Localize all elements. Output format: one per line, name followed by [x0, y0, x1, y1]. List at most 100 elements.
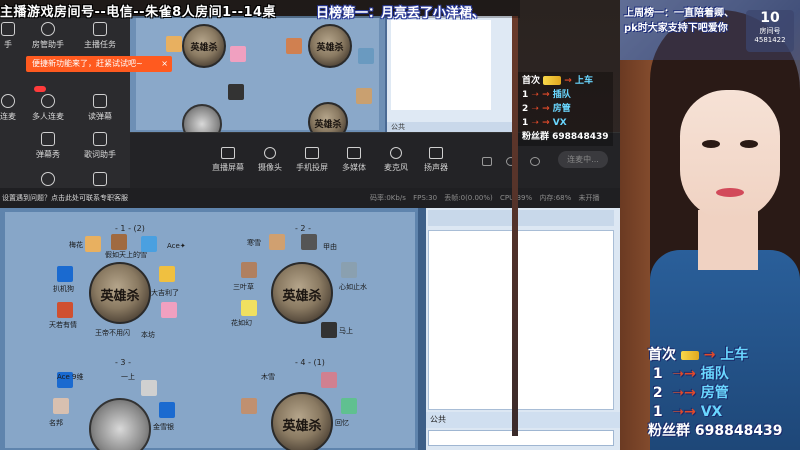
avatar [321, 372, 337, 388]
screen-capture-button[interactable]: 直播屏幕 [208, 147, 248, 173]
preview-chat-channel[interactable]: 公共 [387, 122, 515, 132]
checklist-icon [93, 22, 107, 36]
menu-row: 2 ➝→ 房管 [652, 385, 729, 401]
tool-game[interactable] [78, 172, 122, 189]
player-name: 扒机狗 [53, 285, 74, 293]
avatar [230, 46, 246, 62]
avatar [241, 398, 257, 414]
eye [740, 140, 758, 148]
chat-input[interactable] [428, 430, 614, 446]
camera-button[interactable]: 摄像头 [250, 147, 290, 173]
avatar [301, 234, 317, 250]
avatar [85, 236, 101, 252]
player-name: 甲由 [323, 243, 337, 251]
group-icon [41, 94, 55, 108]
seat-label: - 1 - (2) [115, 224, 145, 233]
gear-icon[interactable] [530, 157, 540, 166]
scroll-strip[interactable] [418, 208, 426, 450]
gift-icon [543, 76, 562, 85]
stream-screen: 手 房管助手 主播任务 连麦 多人连麦 读弹幕 弹幕秀 歌词助手 便捷新功能来了… [0, 0, 800, 450]
player-name: 木雪 [261, 373, 275, 381]
player-name: 本坊 [141, 331, 155, 339]
game-chat-panel: 公共 [426, 208, 620, 450]
menu-row: 1 ➝→ 插队 [652, 366, 729, 382]
avatar [321, 322, 337, 338]
chat-channel-select[interactable]: 公共 [426, 412, 620, 428]
chat-tabs[interactable] [428, 210, 614, 226]
user-icon [41, 22, 55, 36]
menu-row: 首次 → 上车 [522, 76, 593, 86]
game-table-2[interactable]: 英雄杀 [271, 262, 333, 324]
game-preview-area: 英雄杀 英雄杀 英雄杀 [136, 18, 379, 132]
tool-read-danmaku[interactable]: 读弹幕 [78, 94, 122, 122]
speech-icon [93, 94, 107, 108]
avatar [141, 236, 157, 252]
menu-row: 1 ➝ → VX [522, 118, 567, 128]
record-icon[interactable] [482, 157, 492, 166]
game-table: 英雄杀 [182, 24, 226, 68]
play-icon [347, 147, 361, 159]
player-name: 一上 [121, 373, 135, 381]
seat-label: - 4 - (1) [295, 358, 325, 367]
link-icon [1, 94, 15, 108]
avatar [358, 48, 374, 64]
flame-icon [41, 172, 55, 186]
chat-messages[interactable] [428, 230, 614, 410]
gift-menu-small: 首次 → 上车 1 ➝ → 插队 2 ➝ → 房管 1 ➝ → VX 粉丝群 6… [518, 72, 613, 146]
assistant-icon [1, 22, 15, 36]
tool-danmaku-show[interactable]: 弹幕秀 [26, 132, 70, 160]
media-button[interactable]: 多媒体 [334, 147, 374, 173]
seat-label: - 3 - [115, 358, 131, 367]
fan-group: 粉丝群 698848439 [522, 132, 609, 142]
lyrics-icon [93, 132, 107, 146]
avatar [159, 402, 175, 418]
eye [702, 140, 720, 148]
speaker-icon [429, 147, 443, 159]
stream-stats: 码率:0Kb/s FPS:30 丢帧:0(0.00%) CPU:39% 内存:6… [370, 194, 600, 202]
promo-banner[interactable]: 便捷新功能来了，赶紧试试吧~ × [26, 56, 172, 72]
player-name: Ace✦ [167, 242, 186, 250]
tool-multi-co-stream[interactable]: 多人连麦 [26, 94, 70, 122]
gift-icon [680, 350, 699, 360]
tool-lyrics[interactable]: 歌词助手 [78, 132, 122, 160]
screen-icon [221, 147, 235, 159]
phone-icon [305, 147, 319, 159]
player-name: 金雪银 [153, 423, 174, 431]
player-name: 马上 [339, 327, 353, 335]
menu-row: 2 ➝ → 房管 [522, 104, 571, 114]
avatar [161, 302, 177, 318]
player-name: 王帝不用闪 [95, 329, 130, 337]
co-stream-status-button[interactable]: 连麦中... [558, 151, 608, 168]
speaker-button[interactable]: 扬声器 [416, 147, 456, 173]
support-link[interactable]: 设置遇到问题？点击此处可联系专职客服 [2, 188, 128, 208]
lips [716, 188, 744, 197]
avatar [111, 234, 127, 250]
tool-room-manager[interactable]: 房管助手 [26, 22, 70, 50]
avatar [356, 88, 372, 104]
avatar [341, 398, 357, 414]
streamer-face [680, 90, 780, 220]
player-name: 名邦 [49, 419, 63, 427]
close-icon[interactable]: × [161, 56, 168, 72]
avatar [241, 262, 257, 278]
avatar [241, 300, 257, 316]
game-preview: 英雄杀 英雄杀 英雄杀 [130, 16, 385, 132]
game-table-3[interactable] [89, 398, 151, 450]
game-table-1[interactable]: 英雄杀 [89, 262, 151, 324]
player-name: 三叶草 [233, 283, 254, 291]
tool-flame[interactable] [26, 172, 70, 189]
game-table-4[interactable]: 英雄杀 [271, 392, 333, 450]
phone-cast-button[interactable]: 手机投屏 [292, 147, 332, 173]
player-name: 天若有情 [49, 321, 77, 329]
camera-icon [264, 147, 276, 159]
game-tables-area: - 1 - (2) - 2 - - 3 - - 4 - (1) 英雄杀 英雄杀 … [5, 212, 415, 450]
weekly-ranking: 上周榜一：一直陪着卿、 pk时大家支持下吧爱你 [624, 8, 734, 34]
player-name: 梅花 [69, 241, 83, 249]
game-table: 英雄杀 [308, 24, 352, 68]
status-bar: 设置遇到问题？点击此处可联系专职客服 码率:0Kb/s FPS:30 丢帧:0(… [0, 188, 620, 208]
tool-host-tasks[interactable]: 主播任务 [78, 22, 122, 50]
avatar [286, 38, 302, 54]
microphone-button[interactable]: 麦克风 [376, 147, 416, 173]
preview-chat-panel: 公共 [385, 16, 515, 132]
seat-label: - 2 - [295, 224, 311, 233]
